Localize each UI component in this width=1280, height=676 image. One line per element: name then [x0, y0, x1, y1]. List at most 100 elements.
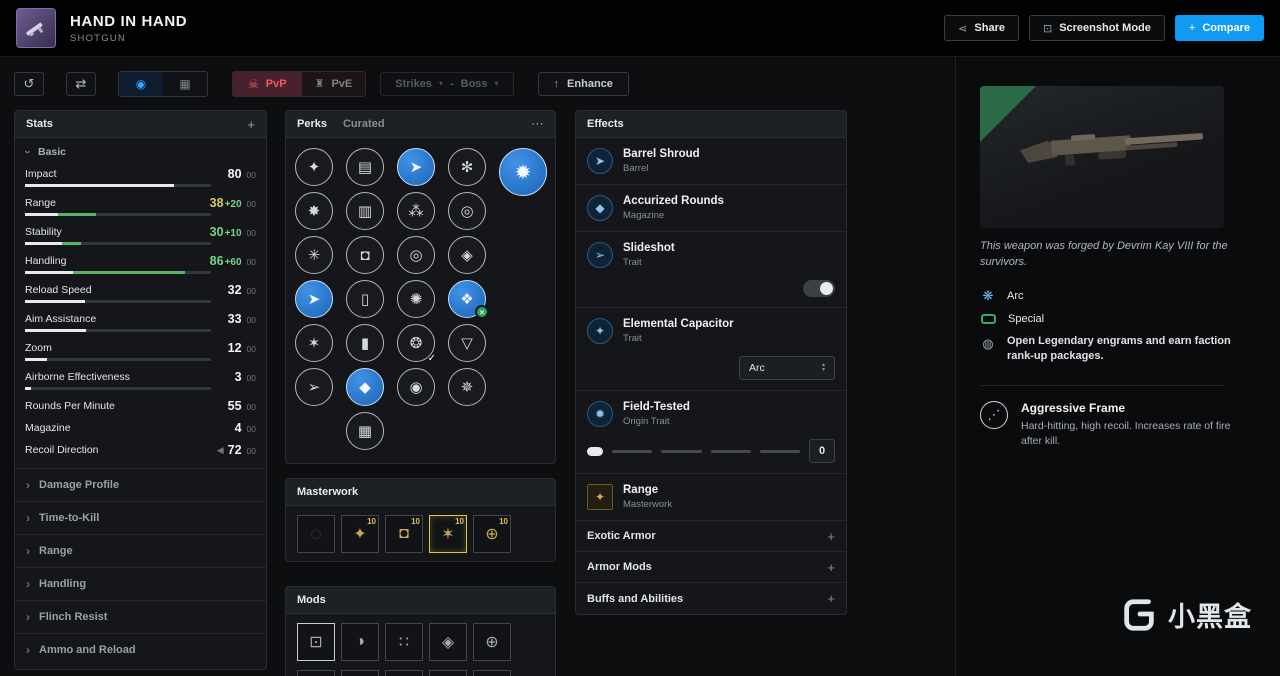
stat-row[interactable]: Recoil Direction ◀ 72 00	[25, 440, 256, 462]
mod-slot[interactable]: ◈	[429, 623, 467, 661]
stat-row[interactable]: Stability 30 +10 00	[25, 222, 256, 251]
slider-handle[interactable]	[587, 446, 603, 456]
perk-icon[interactable]: ▮	[346, 324, 384, 362]
mod-slot[interactable]	[385, 670, 423, 676]
perk-glyph: ❂	[409, 335, 423, 352]
effect-text: Slideshot Trait	[623, 242, 675, 268]
effects-section-row[interactable]: Buffs and Abilities +	[576, 583, 846, 614]
mod-slot[interactable]	[473, 670, 511, 676]
perk-icon[interactable]: ▦	[346, 412, 384, 450]
masterwork-slot[interactable]: ⊕ 10	[473, 515, 511, 553]
masterwork-slot[interactable]: ✦ 10	[341, 515, 379, 553]
stat-row[interactable]: Aim Assistance 33 00	[25, 309, 256, 338]
perk-glyph: ➢	[307, 379, 321, 396]
perk-icon[interactable]: ◈	[448, 236, 486, 274]
effects-section-row[interactable]: Exotic Armor +	[576, 521, 846, 552]
effect-row-range-masterwork[interactable]: ✦ Range Masterwork	[576, 474, 846, 521]
stat-value: 33	[227, 312, 242, 326]
effects-section-row[interactable]: Armor Mods +	[576, 552, 846, 583]
perk-icon[interactable]: ⁂	[397, 192, 435, 230]
pve-tab[interactable]: ♜ PvE	[301, 71, 366, 96]
mod-slot[interactable]: ⊕	[473, 623, 511, 661]
perk-icon[interactable]: ◆	[346, 368, 384, 406]
stat-section-row[interactable]: › Time-to-Kill	[15, 501, 266, 534]
element-label: Arc	[1007, 290, 1024, 302]
mod-slot[interactable]	[341, 670, 379, 676]
slider-track-segment[interactable]	[612, 449, 653, 453]
perk-icon[interactable]: ◎	[397, 236, 435, 274]
mod-slot[interactable]	[429, 670, 467, 676]
mod-slot[interactable]	[297, 670, 335, 676]
perk-icon[interactable]: ❂ ✓	[397, 324, 436, 364]
enhance-button[interactable]: ↑ Enhance	[537, 71, 629, 96]
perk-grid: ✦ ✸ ✳ ➤ ✶ ➢ ▤ ▥ ◘ ▯ ▮ ◆ ▦ ➤ ⁂ ◎ ✺ ❂ ✓ ◉ …	[286, 138, 555, 460]
screenshot-mode-button[interactable]: ⊡ Screenshot Mode	[1028, 15, 1165, 41]
header-bar: HAND IN HAND SHOTGUN ⋖ Share ⊡ Screensho…	[0, 0, 1280, 57]
stat-bar	[25, 212, 211, 216]
perk-icon[interactable]: ◎	[448, 192, 486, 230]
stat-section-row[interactable]: › Damage Profile	[15, 468, 266, 501]
perk-icon[interactable]: ✶	[295, 324, 333, 362]
stat-section-row[interactable]: › Flinch Resist	[15, 600, 266, 633]
perk-icon[interactable]: ▥	[346, 192, 384, 230]
perk-icon[interactable]: ✺	[397, 280, 435, 318]
masterwork-slot[interactable]: ◌	[297, 515, 335, 553]
element-select[interactable]: Arc ▴ ▾	[739, 356, 835, 380]
perk-icon[interactable]: ✹	[499, 148, 547, 196]
stat-row[interactable]: Range 38 +20 00	[25, 193, 256, 222]
activity-selector[interactable]: Strikes ▾ - Boss ▾	[380, 71, 514, 96]
stat-value: 86	[209, 254, 224, 268]
weapon-thumbnail[interactable]	[16, 8, 56, 48]
perk-icon[interactable]: ✵	[448, 368, 486, 406]
share-button[interactable]: ⋖ Share	[944, 15, 1019, 41]
effect-main: ◆ Accurized Rounds Magazine	[587, 195, 835, 221]
stat-row[interactable]: Impact 80 00	[25, 164, 256, 193]
perk-icon[interactable]: ➤	[397, 148, 435, 186]
slider-track-segment[interactable]	[710, 449, 751, 453]
mod-slot[interactable]: ⊡	[297, 623, 335, 661]
perk-icon[interactable]: ◉	[397, 368, 435, 406]
stat-section-row[interactable]: › Ammo and Reload	[15, 633, 266, 666]
mod-slot[interactable]: ∷	[385, 623, 423, 661]
perk-badge: ✕	[475, 305, 489, 319]
slideshot-toggle[interactable]	[803, 280, 835, 297]
compare-button[interactable]: + Compare	[1174, 15, 1264, 41]
perk-icon[interactable]: ▽	[448, 324, 486, 362]
view-mode-reticle[interactable]: ◉	[119, 71, 163, 96]
mod-slot[interactable]: ◑	[341, 623, 379, 661]
perk-icon[interactable]: ➤	[295, 280, 333, 318]
stat-row[interactable]: Airborne Effectiveness 3 00	[25, 367, 256, 396]
masterwork-slot[interactable]: ◘ 10	[385, 515, 423, 553]
stat-section-row[interactable]: › Handling	[15, 567, 266, 600]
perk-icon[interactable]: ➢	[295, 368, 333, 406]
perk-icon[interactable]: ✸	[295, 192, 333, 230]
slider-track-segment[interactable]	[661, 449, 702, 453]
stat-row[interactable]: Zoom 12 00	[25, 338, 256, 367]
pvp-tab[interactable]: ☠ PvP	[233, 71, 302, 96]
stats-group-basic[interactable]: › Basic	[15, 140, 266, 164]
stat-row[interactable]: Rounds Per Minute 55 00	[25, 396, 256, 418]
perk-icon[interactable]: ❖ ✕	[448, 280, 489, 319]
perks-menu-icon[interactable]: ⋯	[531, 116, 544, 132]
mod-icon: ⊡	[309, 634, 323, 651]
perk-icon[interactable]: ◘	[346, 236, 384, 274]
caret-down-icon: ▾	[438, 79, 443, 88]
masterwork-slot[interactable]: ✶ 10	[429, 515, 467, 553]
perk-icon[interactable]: ✦	[295, 148, 333, 186]
stat-row[interactable]: Handling 86 +60 00	[25, 251, 256, 280]
perk-icon[interactable]: ▤	[346, 148, 384, 186]
undo-button[interactable]: ↺	[14, 71, 44, 96]
perk-icon[interactable]: ✻	[448, 148, 486, 186]
view-mode-grid[interactable]: ▦	[163, 71, 207, 96]
stat-row[interactable]: Reload Speed 32 00	[25, 280, 256, 309]
perk-icon[interactable]: ✳	[295, 236, 333, 274]
perk-icon[interactable]: ▯	[346, 280, 384, 318]
effect-row-barrel-shroud[interactable]: ➤ Barrel Shroud Barrel	[576, 138, 846, 185]
slider-track-segment[interactable]	[759, 449, 800, 453]
effect-row-accurized-rounds[interactable]: ◆ Accurized Rounds Magazine	[576, 185, 846, 232]
randomize-button[interactable]: ⇄	[66, 71, 96, 96]
stat-row[interactable]: Magazine 4 00	[25, 418, 256, 440]
pin-stats-icon[interactable]: +	[247, 117, 255, 132]
stat-section-row[interactable]: › Range	[15, 534, 266, 567]
tab-curated[interactable]: Curated	[343, 118, 385, 130]
